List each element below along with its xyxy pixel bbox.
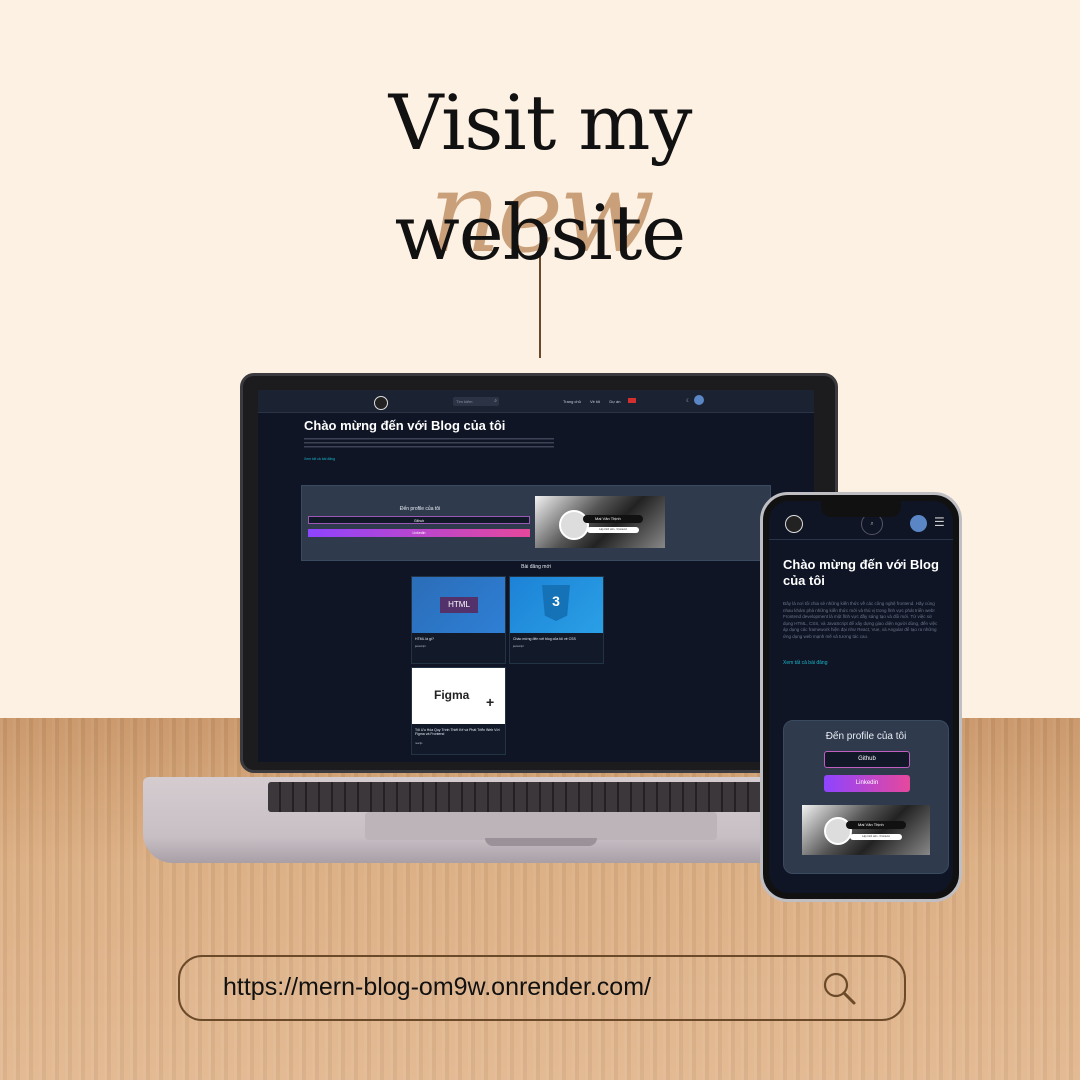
user-avatar[interactable]	[694, 395, 704, 405]
see-all-posts-link[interactable]: Xem tất cả bài đăng	[783, 660, 827, 666]
post-category: reactjs	[415, 742, 423, 745]
github-button[interactable]: Github	[308, 516, 530, 524]
post-title: HTML là gì?	[415, 637, 434, 641]
search-icon[interactable]	[820, 969, 860, 1009]
phone-screen: ⌕ ☰ Chào mừng đến với Blog của tôi Đây l…	[769, 501, 953, 893]
headline-website: website	[394, 188, 687, 277]
nav-projects[interactable]: Dự án	[609, 399, 620, 404]
post-card[interactable]: Figma + Tối Ưu Hóa Quy Trình Thiết Kế và…	[411, 667, 506, 755]
nav-home[interactable]: Trang chủ	[563, 399, 581, 404]
site-navbar: Tìm kiếm ⌕ Trang chủ Về tôi Dự án ☾	[258, 390, 814, 413]
language-flag-icon[interactable]	[628, 398, 636, 403]
plus-icon: +	[486, 694, 495, 710]
site-hero-title: Chào mừng đến với Blog của tôi	[304, 418, 506, 433]
url-search-bar[interactable]: https://mern-blog-om9w.onrender.com/	[178, 955, 906, 1021]
post-title: Tối Ưu Hóa Quy Trình Thiết Kế và Phát Tr…	[415, 728, 500, 736]
phone-notch	[821, 501, 901, 517]
css3-logo-icon: 3	[542, 585, 570, 621]
url-text: https://mern-blog-om9w.onrender.com/	[223, 973, 651, 1001]
profile-section: Đến profile của tôi Github Linkedin Mai …	[301, 485, 771, 561]
site-hero-title: Chào mừng đến với Blog của tôi	[783, 557, 939, 588]
post-image-text: HTML	[440, 597, 478, 613]
search-icon[interactable]: ⌕	[494, 397, 497, 406]
headline-visit-my: Visit my	[388, 78, 693, 167]
profile-card-banner: Mai Văn Thịnh Lập trình viên · Frontend	[535, 496, 665, 548]
profile-card-subtitle: Lập trình viên · Frontend	[850, 834, 902, 840]
profile-section: Đến profile của tôi Github Linkedin Mai …	[783, 720, 949, 874]
profile-card-subtitle: Lập trình viên · Frontend	[587, 527, 639, 533]
laptop-screen: Tìm kiếm ⌕ Trang chủ Về tôi Dự án ☾ Chào…	[258, 390, 814, 762]
site-logo-icon[interactable]	[785, 515, 803, 533]
site-search-input[interactable]: Tìm kiếm ⌕	[453, 397, 499, 406]
post-title: Chào mừng đến với blog của tôi về CSS	[513, 637, 576, 641]
navbar-divider	[769, 539, 953, 540]
search-placeholder: Tìm kiếm	[456, 399, 473, 404]
post-card[interactable]: 3 Chào mừng đến với blog của tôi về CSS …	[509, 576, 604, 664]
linkedin-button[interactable]: Linkedin	[308, 529, 530, 537]
laptop-hinge	[485, 838, 597, 846]
theme-toggle-icon[interactable]: ☾	[686, 398, 690, 404]
post-thumbnail: 3	[510, 577, 603, 633]
see-all-posts-link[interactable]: Xem tất cả bài đăng	[304, 457, 335, 461]
nav-about[interactable]: Về tôi	[590, 399, 600, 404]
site-hero-paragraph: Đây là nơi tôi chia sẻ những kiến thức v…	[783, 601, 938, 639]
profile-heading: Đến profile của tôi	[825, 731, 907, 742]
post-card[interactable]: HTML HTML là gì? javascript	[411, 576, 506, 664]
post-thumbnail: HTML	[412, 577, 505, 633]
site-logo-icon[interactable]	[374, 396, 388, 410]
laptop-trackpad	[365, 812, 717, 840]
profile-heading: Đến profile của tôi	[399, 506, 441, 512]
site-hero-paragraph	[304, 438, 554, 450]
user-avatar[interactable]	[910, 515, 927, 532]
hamburger-menu-icon[interactable]: ☰	[934, 515, 945, 529]
site-nav-links: Trang chủ Về tôi Dự án	[563, 399, 629, 404]
post-category: javascript	[415, 645, 426, 648]
linkedin-button[interactable]: Linkedin	[824, 775, 910, 792]
laptop-keyboard	[268, 782, 765, 812]
post-thumbnail: Figma +	[412, 668, 505, 724]
post-category: javascript	[513, 645, 524, 648]
profile-card-name: Mai Văn Thịnh	[583, 515, 643, 523]
profile-card-banner: Mai Văn Thịnh Lập trình viên · Frontend	[802, 805, 930, 855]
post-image-text: Figma	[434, 688, 470, 702]
github-button[interactable]: Github	[824, 751, 910, 768]
recent-posts-heading: Bài đăng mới	[521, 564, 551, 570]
profile-card-name: Mai Văn Thịnh	[846, 821, 906, 829]
